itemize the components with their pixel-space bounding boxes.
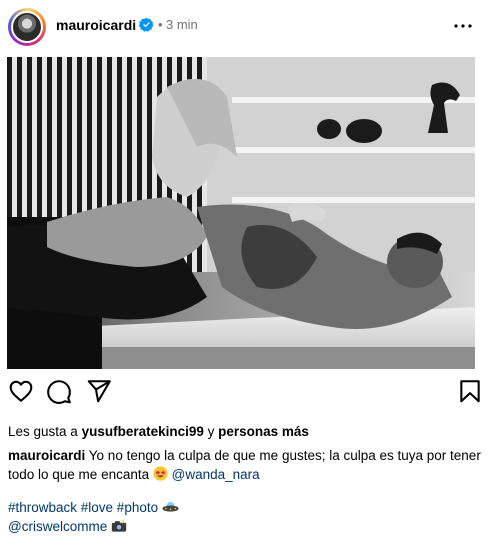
heart-icon[interactable] [8, 378, 34, 404]
flying-saucer-emoji-icon [162, 501, 179, 512]
likes-summary: Les gusta a yusufberatekinci99 y persona… [8, 423, 309, 441]
post-photo[interactable] [7, 57, 475, 369]
caption-mention[interactable]: @wanda_nara [172, 467, 260, 482]
verified-badge-icon [139, 17, 154, 32]
likes-prefix: Les gusta a [8, 424, 82, 439]
avatar-image [11, 11, 43, 43]
post-timestamp[interactable]: 3 min [166, 16, 198, 34]
caption-username[interactable]: mauroicardi [8, 448, 85, 463]
share-icon[interactable] [86, 378, 112, 404]
hashtags-text[interactable]: #throwback #love #photo [8, 500, 158, 515]
likes-middle: y [203, 424, 219, 439]
bookmark-icon[interactable] [457, 378, 483, 404]
more-options-icon[interactable] [451, 14, 475, 38]
photo-credit[interactable]: @criswelcomme [8, 517, 127, 536]
heart-eyes-emoji-icon [153, 466, 168, 481]
caption-hashtags[interactable]: #throwback #love #photo [8, 498, 179, 517]
post-header: mauroicardi • 3 min [0, 0, 493, 54]
post-username[interactable]: mauroicardi [56, 16, 136, 34]
liker-username[interactable]: yusufberatekinci99 [82, 424, 204, 439]
credit-mention[interactable]: @criswelcomme [8, 519, 107, 534]
likes-others-link[interactable]: personas más [218, 424, 309, 439]
photo-illustration [7, 57, 475, 369]
comment-icon[interactable] [46, 378, 72, 404]
instagram-post-card: mauroicardi • 3 min Les gusta a yusufber… [0, 0, 493, 539]
camera-flash-emoji-icon [111, 519, 127, 532]
post-caption: mauroicardi Yo no tengo la culpa de que … [8, 446, 486, 484]
profile-avatar[interactable] [8, 8, 46, 46]
separator-dot: • [158, 17, 163, 32]
